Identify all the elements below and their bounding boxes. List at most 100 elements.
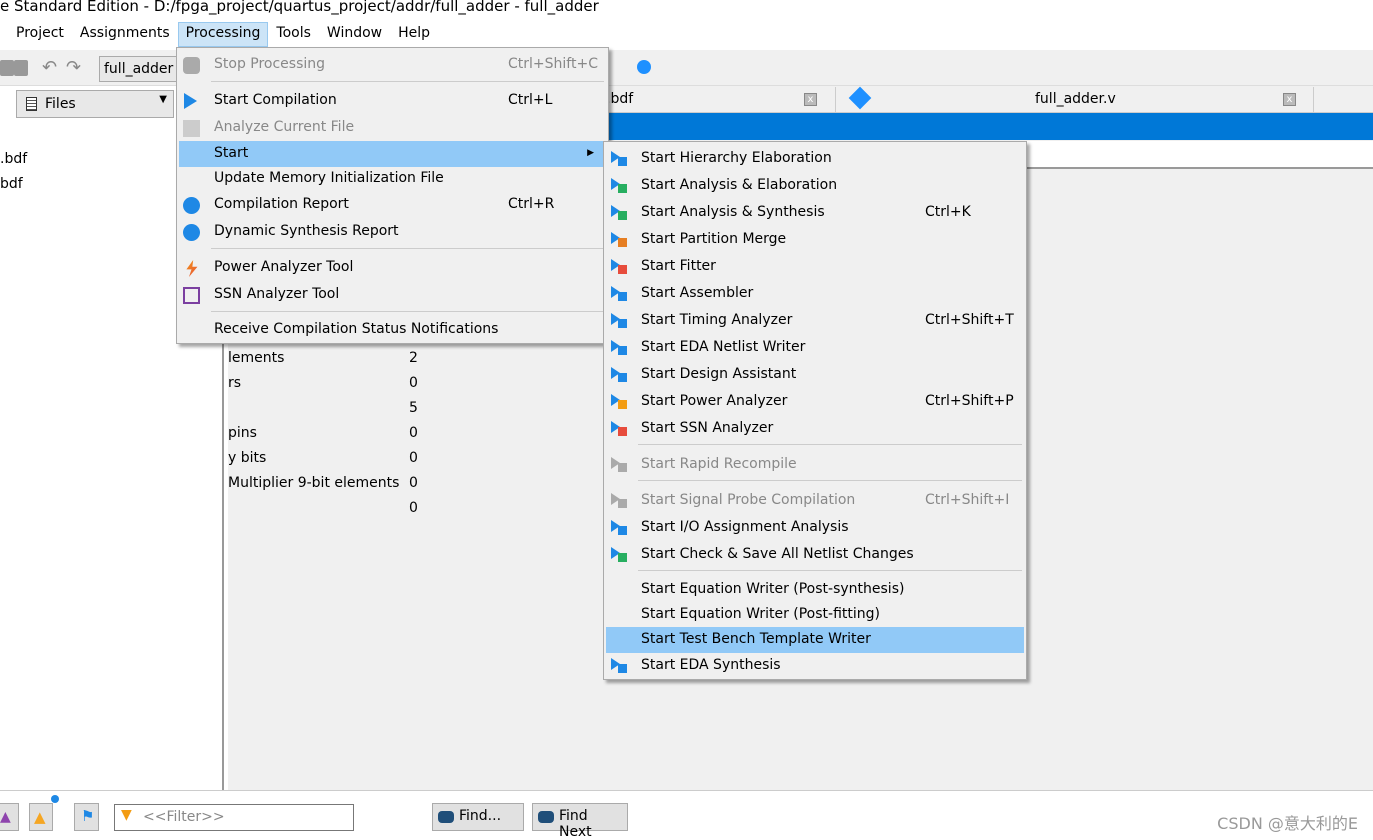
notification-dot-icon <box>51 795 59 803</box>
file-item[interactable]: .bdf <box>0 151 27 167</box>
close-icon[interactable]: x <box>1283 93 1296 106</box>
menu-item-label: Start Analysis & Synthesis <box>641 204 825 220</box>
submenu-item-start-eda-synthesis[interactable]: Start EDA Synthesis <box>606 653 1024 679</box>
menu-item-shortcut: Ctrl+R <box>508 196 555 212</box>
submenu-item-start-test-bench-template-writer[interactable]: Start Test Bench Template Writer <box>606 627 1024 653</box>
paste-icon[interactable] <box>14 60 28 76</box>
submenu-item-start-analysis-elaboration[interactable]: Start Analysis & Elaboration <box>606 173 1024 199</box>
submenu-item-start-hierarchy-elaboration[interactable]: Start Hierarchy Elaboration <box>606 146 1024 172</box>
submenu-item-start-rapid-recompile[interactable]: Start Rapid Recompile <box>606 452 1024 478</box>
chat-icon[interactable] <box>637 60 651 74</box>
start-analysis-synthesis-icon <box>611 205 628 222</box>
report-row-value: 0 <box>409 375 418 391</box>
menu-separator <box>211 81 604 82</box>
menu-help[interactable]: Help <box>390 22 438 47</box>
submenu-item-start-equation-writer-post-synthesis[interactable]: Start Equation Writer (Post-synthesis) <box>606 577 1024 603</box>
close-icon[interactable]: x <box>804 93 817 106</box>
submenu-item-start-analysis-synthesis[interactable]: Start Analysis & Synthesis Ctrl+K <box>606 200 1024 226</box>
undo-icon[interactable]: ↶ <box>42 57 57 78</box>
submenu-arrow-icon: ▶ <box>587 148 594 158</box>
submenu-item-start-design-assistant[interactable]: Start Design Assistant <box>606 362 1024 388</box>
report-row-value: 5 <box>409 400 418 416</box>
submenu-item-start-partition-merge[interactable]: Start Partition Merge <box>606 227 1024 253</box>
menu-processing[interactable]: Processing <box>177 22 269 47</box>
submenu-item-start-eda-netlist-writer[interactable]: Start EDA Netlist Writer <box>606 335 1024 361</box>
start-partition-merge-icon <box>611 232 628 249</box>
play-icon <box>184 93 201 110</box>
submenu-item-start-i-o-assignment-analysis[interactable]: Start I/O Assignment Analysis <box>606 515 1024 541</box>
copy-icon[interactable] <box>0 60 14 76</box>
redo-icon[interactable]: ↷ <box>66 57 81 78</box>
menu-item-label: Start SSN Analyzer <box>641 420 774 436</box>
find-next-button[interactable]: Find Next <box>532 803 628 840</box>
submenu-item-start-ssn-analyzer[interactable]: Start SSN Analyzer <box>606 416 1024 442</box>
submenu-item-start-power-analyzer[interactable]: Start Power Analyzer Ctrl+Shift+P <box>606 389 1024 415</box>
submenu-item-start-equation-writer-post-fitting[interactable]: Start Equation Writer (Post-fitting) <box>606 602 1024 628</box>
report-icon <box>183 197 200 214</box>
warning-filter-button[interactable]: ▲ <box>29 803 53 831</box>
menu-window[interactable]: Window <box>319 22 390 47</box>
start-signal-probe-compilation-icon <box>611 493 628 510</box>
error-filter-button[interactable]: ▲ <box>0 803 19 831</box>
menu-tools[interactable]: Tools <box>268 22 319 47</box>
menu-separator <box>638 570 1022 571</box>
start-timing-analyzer-icon <box>611 313 628 330</box>
menu-item-dynamic-synthesis-report[interactable]: Dynamic Synthesis Report <box>179 219 606 245</box>
entity-combo[interactable]: full_adder <box>99 56 179 82</box>
menu-item-analyze-current-file[interactable]: Analyze Current File <box>179 115 606 141</box>
document-icon <box>26 97 37 111</box>
flag-filter-button[interactable]: ⚑ <box>74 803 99 831</box>
menu-separator <box>638 480 1022 481</box>
menu-project[interactable]: Project <box>8 22 72 47</box>
filter-placeholder: <<Filter>> <box>143 809 225 825</box>
menu-item-label: Start Assembler <box>641 285 754 301</box>
menu-item-label: Start Partition Merge <box>641 231 787 247</box>
report-row-label: y bits <box>228 450 267 466</box>
menu-item-start-compilation[interactable]: Start Compilation Ctrl+L <box>179 88 606 114</box>
menu-item-label: Start Rapid Recompile <box>641 456 797 472</box>
menu-item-label: Power Analyzer Tool <box>214 259 354 275</box>
menu-separator <box>211 311 604 312</box>
menu-item-power-analyzer-tool[interactable]: Power Analyzer Tool <box>179 255 606 281</box>
find-button[interactable]: Find... <box>432 803 524 831</box>
menu-item-label: Start Equation Writer (Post-fitting) <box>641 606 880 622</box>
report-row-value: 2 <box>409 350 418 366</box>
start-power-analyzer-icon <box>611 394 628 411</box>
menu-item-receive-compilation-status-notifications[interactable]: Receive Compilation Status Notifications <box>179 317 606 343</box>
submenu-item-start-assembler[interactable]: Start Assembler <box>606 281 1024 307</box>
menu-item-label: SSN Analyzer Tool <box>214 286 340 302</box>
start-check-save-all-netlist-changes-icon <box>611 547 628 564</box>
menu-item-update-memory-initialization-file[interactable]: Update Memory Initialization File <box>179 166 606 192</box>
menu-item-label: Start Hierarchy Elaboration <box>641 150 832 166</box>
binoculars-icon <box>438 811 454 823</box>
start-ssn-analyzer-icon <box>611 421 628 438</box>
menu-item-label: Dynamic Synthesis Report <box>214 223 399 239</box>
message-filter-input[interactable]: ▼ <<Filter>> <box>114 804 354 831</box>
submenu-item-start-fitter[interactable]: Start Fitter <box>606 254 1024 280</box>
file-item[interactable]: bdf <box>0 176 23 192</box>
dropdown-label: Files <box>45 96 76 112</box>
menu-item-stop-processing[interactable]: Stop Processing Ctrl+Shift+C <box>179 52 606 78</box>
tab-full-adder-v[interactable]: full_adder.v x <box>836 86 1314 113</box>
menu-item-label: Compilation Report <box>214 196 349 212</box>
report-row-label: rs <box>228 375 242 391</box>
menu-item-shortcut: Ctrl+Shift+C <box>508 56 598 72</box>
menu-item-shortcut: Ctrl+Shift+I <box>925 492 1010 508</box>
submenu-item-start-signal-probe-compilation[interactable]: Start Signal Probe Compilation Ctrl+Shift… <box>606 488 1024 514</box>
navigator-view-dropdown[interactable]: Files ▼ <box>16 90 174 118</box>
start-design-assistant-icon <box>611 367 628 384</box>
start-analysis-elaboration-icon <box>611 178 628 195</box>
menu-item-label: Start I/O Assignment Analysis <box>641 519 849 535</box>
menu-item-label: Start Design Assistant <box>641 366 797 382</box>
submenu-item-start-timing-analyzer[interactable]: Start Timing Analyzer Ctrl+Shift+T <box>606 308 1024 334</box>
menu-item-ssn-analyzer-tool[interactable]: SSN Analyzer Tool <box>179 282 606 308</box>
flag-icon: ⚑ <box>81 807 95 825</box>
analyze-file-icon <box>183 120 200 137</box>
menu-item-shortcut: Ctrl+Shift+P <box>925 393 1014 409</box>
watermark: CSDN @意大利的E <box>1217 814 1358 833</box>
submenu-item-start-check-save-all-netlist-changes[interactable]: Start Check & Save All Netlist Changes <box>606 542 1024 568</box>
menu-item-start[interactable]: Start ▶ <box>179 141 606 167</box>
menu-assignments[interactable]: Assignments <box>72 22 178 47</box>
chevron-down-icon: ▼ <box>159 94 167 105</box>
menu-item-compilation-report[interactable]: Compilation Report Ctrl+R <box>179 192 606 218</box>
